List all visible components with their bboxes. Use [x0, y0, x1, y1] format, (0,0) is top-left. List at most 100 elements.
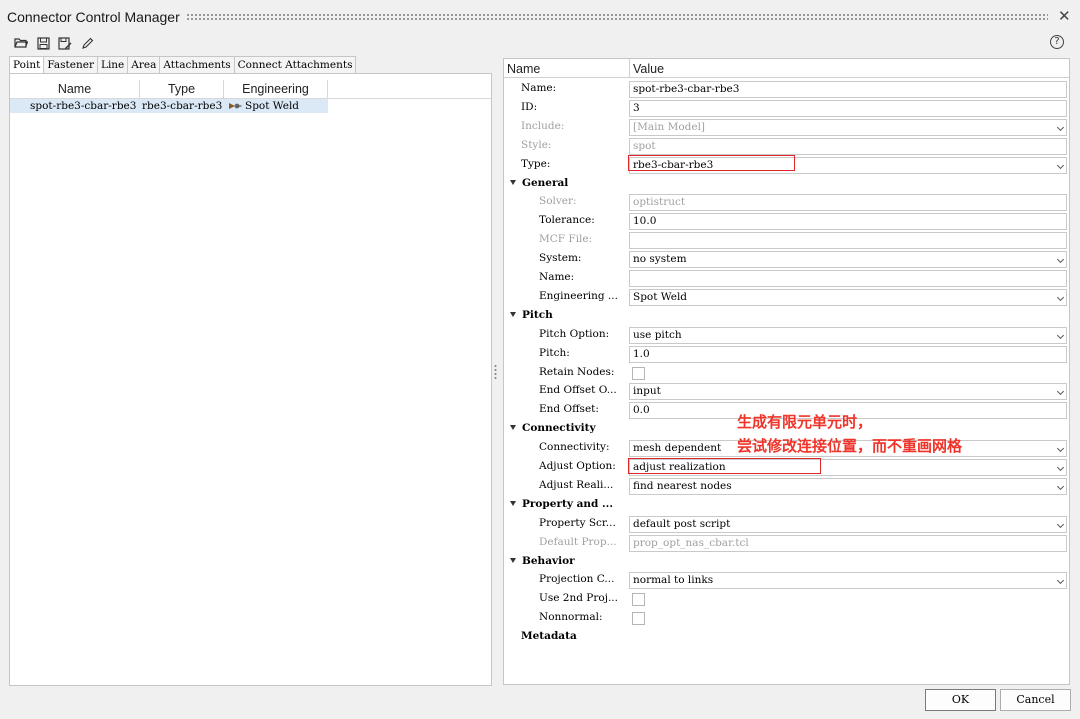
tab-point[interactable]: Point [9, 56, 45, 74]
collapse-arrow-icon[interactable] [510, 311, 516, 317]
drag-grip[interactable] [186, 13, 1048, 21]
property-dropdown[interactable]: input [629, 383, 1067, 401]
adjust-option-highlight-box [628, 458, 821, 474]
table-row[interactable]: spot-rbe3-cbar-rbe3 rbe3-cbar-rbe3 Spot … [10, 99, 328, 113]
property-label: Adjust Option: [539, 460, 616, 472]
section-property-and[interactable]: Property and ... [504, 496, 1069, 515]
property-input[interactable]: 10.0 [629, 213, 1067, 231]
section-label: Connectivity [510, 422, 596, 434]
property-row-property-scr: Property Scr... default post script [504, 515, 1069, 534]
section-behavior[interactable]: Behavior [504, 553, 1069, 572]
section-general[interactable]: General [504, 175, 1069, 194]
property-row-include: Include: [Main Model] [504, 118, 1069, 137]
property-row-engineering: Engineering ... Spot Weld [504, 288, 1069, 307]
property-label: System: [539, 252, 582, 265]
property-row-solver: Solver: optistruct [504, 193, 1069, 212]
title-bar: Connector Control Manager ✕ [0, 0, 1080, 34]
row-type: rbe3-cbar-rbe3 [140, 99, 224, 113]
collapse-arrow-icon[interactable] [510, 425, 516, 431]
property-dropdown[interactable]: [Main Model] [629, 118, 1067, 136]
property-input[interactable]: spot [629, 137, 1067, 155]
tab-attachments[interactable]: Attachments [160, 56, 235, 74]
property-checkbox[interactable] [632, 366, 645, 380]
property-checkbox[interactable] [632, 612, 645, 626]
open-folder-icon[interactable] [12, 34, 30, 52]
section-label-text: Connectivity [522, 422, 596, 435]
list-header: Name Type Engineering Name [10, 80, 328, 114]
property-input[interactable]: optistruct [629, 194, 1067, 212]
section-metadata[interactable]: Metadata [504, 628, 1069, 647]
property-input[interactable]: 3 [629, 99, 1067, 117]
property-dropdown[interactable]: find nearest nodes [629, 477, 1067, 495]
property-row-retain-nodes: Retain Nodes: [504, 364, 1069, 383]
property-input[interactable]: 1.0 [629, 345, 1067, 363]
property-label: MCF File: [539, 233, 593, 246]
tab-connect-attachments[interactable]: Connect Attachments [234, 56, 357, 74]
panel-splitter-handle[interactable] [494, 364, 497, 380]
property-label: ID: [521, 100, 538, 113]
property-label: Nonnormal: [539, 611, 603, 624]
collapse-arrow-icon[interactable] [510, 179, 516, 185]
property-label: Engineering ... [539, 289, 618, 302]
property-dropdown[interactable]: default post script [629, 515, 1067, 533]
save-icon[interactable] [34, 34, 52, 52]
property-input[interactable]: spot-rbe3-cbar-rbe3 [629, 81, 1067, 98]
property-label: Style: [521, 138, 552, 151]
tab-area[interactable]: Area [128, 56, 161, 74]
entity-tabs: Point Fastener Line Area Attachments Con… [9, 56, 357, 74]
save-as-icon[interactable] [56, 34, 74, 52]
property-input[interactable] [629, 270, 1067, 287]
property-input[interactable]: prop_opt_nas_cbar.tcl [629, 534, 1067, 552]
cancel-button[interactable]: Cancel [1000, 689, 1071, 711]
property-label: Pitch: [539, 346, 570, 359]
column-header-name[interactable]: Name [504, 59, 630, 78]
section-label-text: Pitch [522, 308, 553, 321]
section-pitch[interactable]: Pitch [504, 307, 1069, 326]
column-header-engineering-name[interactable]: Engineering Name [224, 80, 328, 114]
property-label: Name: [521, 82, 557, 94]
row-engineering-cell: Spot Weld [224, 99, 328, 113]
column-header-name[interactable]: Name [10, 80, 140, 98]
spot-weld-icon [228, 101, 242, 111]
edit-pencil-icon[interactable] [78, 34, 96, 52]
property-dropdown[interactable]: Spot Weld [629, 288, 1067, 306]
property-label: Adjust Reali... [539, 478, 614, 491]
property-row-mcf-file: MCF File: [504, 231, 1069, 250]
property-label: Default Prop... [539, 535, 617, 548]
toolbar [12, 34, 96, 52]
collapse-arrow-icon[interactable] [510, 557, 516, 563]
section-label-text: Behavior [522, 554, 575, 567]
section-label: Behavior [510, 555, 575, 567]
column-header-value[interactable]: Value [630, 59, 664, 78]
row-engineering-name: Spot Weld [245, 100, 300, 112]
property-row-style: Style: spot [504, 137, 1069, 156]
property-label: Projection C... [539, 573, 615, 586]
property-label: Use 2nd Proj... [539, 592, 618, 605]
property-dropdown[interactable]: use pitch [629, 326, 1067, 344]
tab-fastener[interactable]: Fastener [44, 56, 98, 74]
property-row-name: Name: spot-rbe3-cbar-rbe3 [504, 80, 1069, 99]
property-label: Tolerance: [539, 214, 595, 227]
property-checkbox[interactable] [632, 593, 645, 607]
ok-button[interactable]: OK [925, 689, 996, 711]
property-dropdown[interactable]: no system [629, 251, 1067, 269]
property-row-pitch: Pitch: 1.0 [504, 345, 1069, 364]
column-header-type[interactable]: Type [140, 80, 224, 98]
property-input[interactable] [629, 232, 1067, 250]
property-dropdown[interactable]: normal to links [629, 572, 1067, 590]
collapse-arrow-icon[interactable] [510, 500, 516, 506]
close-icon[interactable]: ✕ [1058, 7, 1071, 25]
section-label: Metadata [521, 630, 577, 642]
property-label: Connectivity: [539, 441, 610, 454]
property-row-projection-c: Projection C... normal to links [504, 571, 1069, 590]
property-row-end-offset-o: End Offset O... input [504, 382, 1069, 401]
help-icon[interactable]: ? [1050, 35, 1064, 49]
property-row-tolerance: Tolerance: 10.0 [504, 212, 1069, 231]
property-label: Property Scr... [539, 516, 616, 529]
section-label-text: General [522, 176, 569, 189]
row-name: spot-rbe3-cbar-rbe3 [10, 99, 140, 113]
property-row-use-2nd-proj: Use 2nd Proj... [504, 590, 1069, 609]
property-label: Name: [539, 271, 575, 283]
section-label-text: Metadata [521, 630, 577, 643]
tab-line[interactable]: Line [97, 56, 129, 74]
